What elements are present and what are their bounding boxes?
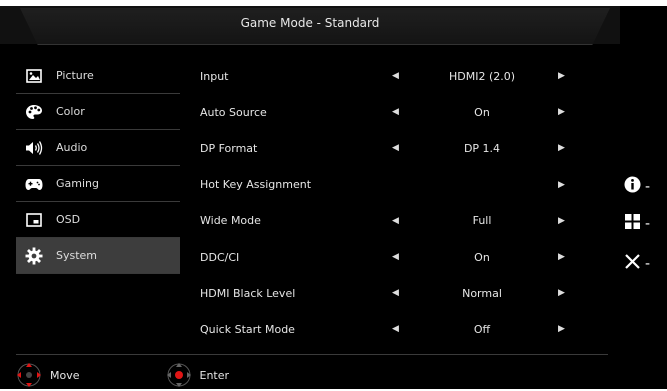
setting-value: On	[474, 105, 490, 119]
setting-row-wide-mode[interactable]: Wide Mode ◀ Full ▶	[198, 203, 608, 239]
setting-label: Auto Source	[200, 105, 267, 119]
setting-value: Off	[473, 322, 491, 336]
arrow-left-icon[interactable]: ◀	[392, 252, 399, 262]
sidebar-item-color[interactable]: Color	[16, 94, 180, 130]
picture-icon	[25, 67, 43, 85]
sidebar-item-label: Audio	[56, 141, 88, 154]
arrow-right-icon[interactable]: ▶	[558, 180, 565, 190]
footer-enter-label: Enter	[199, 368, 230, 382]
arrow-left-icon[interactable]: ◀	[392, 324, 399, 334]
arrow-right-icon[interactable]: ▶	[558, 288, 565, 298]
page-title: Game Mode - Standard	[240, 16, 380, 30]
palette-icon	[25, 103, 43, 121]
setting-value: Full	[472, 214, 492, 228]
footer-divider	[16, 354, 608, 355]
setting-value: Normal	[462, 286, 502, 300]
close-icon	[624, 253, 641, 274]
sidebar-item-system[interactable]: System	[16, 238, 180, 274]
setting-label: Quick Start Mode	[200, 322, 295, 336]
setting-label: HDMI Black Level	[200, 286, 296, 300]
sidebar-item-label: OSD	[56, 213, 81, 226]
sidebar: Picture Color Audio Gaming OSD System	[16, 58, 180, 274]
hotkey-info[interactable]: -	[624, 176, 650, 197]
sidebar-item-label: Color	[56, 105, 85, 118]
setting-row-auto-source[interactable]: Auto Source ◀ On ▶	[198, 94, 608, 130]
setting-value: HDMI2 (2.0)	[448, 69, 516, 83]
hotkey-panel: - - -	[620, 6, 667, 389]
footer-move-label: Move	[50, 368, 80, 382]
hotkey-dash: -	[645, 215, 651, 232]
hotkey-menu[interactable]: -	[624, 213, 650, 234]
arrow-right-icon[interactable]: ▶	[558, 216, 565, 226]
sidebar-item-label: System	[56, 249, 98, 262]
hotkey-dash: -	[645, 178, 651, 195]
arrow-right-icon[interactable]: ▶	[558, 252, 565, 262]
setting-row-hot-key-assignment[interactable]: Hot Key Assignment ▶	[198, 167, 608, 203]
setting-row-ddc-ci[interactable]: DDC/CI ◀ On ▶	[198, 239, 608, 275]
sidebar-item-osd[interactable]: OSD	[16, 202, 180, 238]
setting-value: DP 1.4	[463, 141, 501, 155]
arrow-right-icon[interactable]: ▶	[558, 143, 565, 153]
settings-list: Input ◀ HDMI2 (2.0) ▶ Auto Source ◀ On ▶…	[198, 58, 608, 348]
setting-label: Hot Key Assignment	[200, 178, 312, 192]
sidebar-item-label: Gaming	[56, 177, 99, 190]
setting-label: Input	[200, 69, 229, 83]
arrow-left-icon[interactable]: ◀	[392, 71, 399, 81]
arrow-right-icon[interactable]: ▶	[558, 71, 565, 81]
setting-row-input[interactable]: Input ◀ HDMI2 (2.0) ▶	[198, 58, 608, 94]
arrow-left-icon[interactable]: ◀	[392, 143, 399, 153]
hotkey-close[interactable]: -	[624, 253, 650, 274]
dpad-move-icon	[16, 362, 42, 388]
info-icon	[624, 176, 641, 197]
gear-icon	[25, 247, 43, 265]
setting-value: On	[474, 250, 490, 264]
arrow-left-icon[interactable]: ◀	[392, 107, 399, 117]
setting-label: DP Format	[200, 141, 258, 155]
setting-row-quick-start-mode[interactable]: Quick Start Mode ◀ Off ▶	[198, 311, 608, 347]
dpad-enter-icon	[166, 362, 192, 388]
arrow-right-icon[interactable]: ▶	[558, 324, 565, 334]
footer-hints: Move Enter	[16, 362, 608, 388]
hotkey-dash: -	[645, 255, 651, 272]
setting-label: DDC/CI	[200, 250, 240, 264]
sidebar-item-audio[interactable]: Audio	[16, 130, 180, 166]
title-bar: Game Mode - Standard	[0, 6, 620, 45]
sidebar-item-gaming[interactable]: Gaming	[16, 166, 180, 202]
arrow-left-icon[interactable]: ◀	[392, 216, 399, 226]
menu-grid-icon	[624, 213, 641, 234]
osd-icon	[25, 211, 43, 229]
sidebar-item-label: Picture	[56, 69, 94, 82]
arrow-left-icon[interactable]: ◀	[392, 288, 399, 298]
sidebar-item-picture[interactable]: Picture	[16, 58, 180, 94]
arrow-right-icon[interactable]: ▶	[558, 107, 565, 117]
setting-label: Wide Mode	[200, 214, 261, 228]
speaker-icon	[25, 139, 43, 157]
osd-menu: Game Mode - Standard Picture Color Audio	[0, 6, 620, 389]
setting-row-hdmi-black-level[interactable]: HDMI Black Level ◀ Normal ▶	[198, 275, 608, 311]
setting-row-dp-format[interactable]: DP Format ◀ DP 1.4 ▶	[198, 130, 608, 166]
gamepad-icon	[25, 175, 43, 193]
